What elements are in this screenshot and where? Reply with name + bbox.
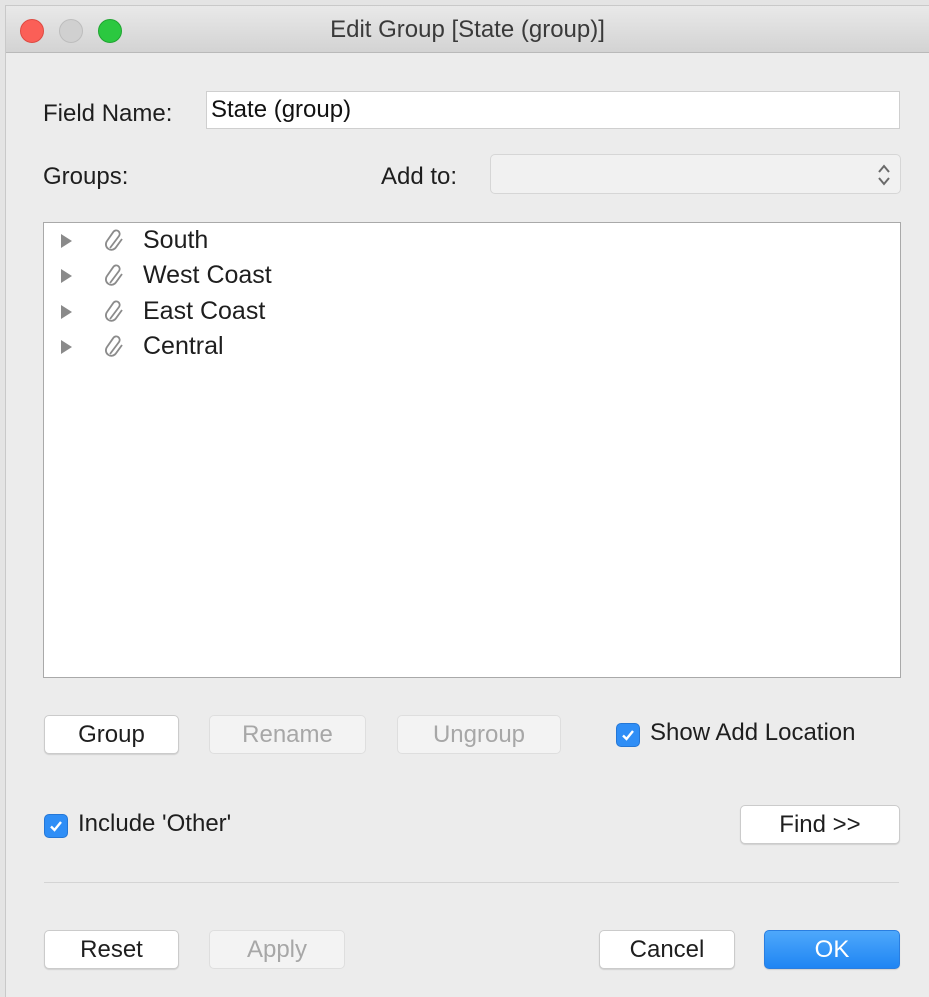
disclosure-triangle-right-icon[interactable]: [61, 340, 72, 354]
groups-label: Groups:: [43, 163, 129, 190]
title-bar[interactable]: Edit Group [State (group)]: [6, 6, 929, 53]
show-add-location-label[interactable]: Show Add Location: [650, 719, 856, 747]
group-row-east-coast[interactable]: East Coast: [44, 295, 900, 329]
paperclip-icon: [105, 300, 123, 322]
groups-list[interactable]: South West Coast East Coast Central: [43, 222, 901, 678]
group-name: South: [143, 226, 209, 254]
disclosure-triangle-right-icon[interactable]: [61, 234, 72, 248]
find-button[interactable]: Find >>: [740, 805, 900, 844]
group-name: East Coast: [143, 297, 266, 325]
disclosure-triangle-right-icon[interactable]: [61, 305, 72, 319]
group-name: Central: [143, 332, 224, 360]
group-button[interactable]: Group: [44, 715, 179, 754]
group-row-central[interactable]: Central: [44, 330, 900, 364]
window-title: Edit Group [State (group)]: [330, 16, 605, 43]
rename-button[interactable]: Rename: [209, 715, 366, 754]
up-down-chevron-icon: [878, 164, 890, 186]
cancel-button[interactable]: Cancel: [599, 930, 735, 969]
add-to-select[interactable]: [490, 154, 901, 194]
checkmark-icon: [50, 821, 62, 832]
ok-button[interactable]: OK: [764, 930, 900, 969]
group-row-west-coast[interactable]: West Coast: [44, 259, 900, 293]
checkmark-icon: [622, 730, 634, 741]
field-name-input[interactable]: State (group): [206, 91, 900, 129]
add-to-label: Add to:: [381, 163, 458, 190]
apply-button[interactable]: Apply: [209, 930, 345, 969]
paperclip-icon: [105, 335, 123, 357]
show-add-location-checkbox[interactable]: [616, 723, 640, 747]
edit-group-dialog: Edit Group [State (group)] Field Name: S…: [6, 6, 929, 997]
field-name-label: Field Name:: [43, 100, 173, 127]
group-name: West Coast: [143, 261, 272, 289]
paperclip-icon: [105, 264, 123, 286]
include-other-label[interactable]: Include 'Other': [78, 810, 231, 838]
include-other-checkbox[interactable]: [44, 814, 68, 838]
group-row-south[interactable]: South: [44, 224, 900, 258]
paperclip-icon: [105, 229, 123, 251]
footer-divider: [44, 882, 899, 883]
ungroup-button[interactable]: Ungroup: [397, 715, 561, 754]
disclosure-triangle-right-icon[interactable]: [61, 269, 72, 283]
reset-button[interactable]: Reset: [44, 930, 179, 969]
field-name-value: State (group): [211, 96, 352, 123]
